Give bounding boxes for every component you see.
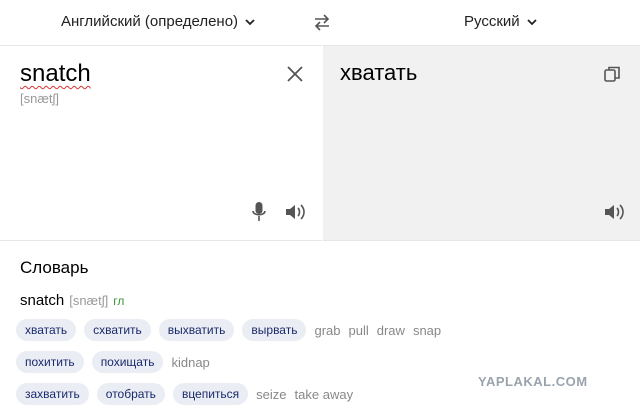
- target-language-label: Русский: [464, 13, 520, 30]
- synonym-link[interactable]: snap: [413, 323, 441, 338]
- synonym-link[interactable]: seize: [256, 387, 286, 402]
- entry-part-of-speech: гл: [113, 294, 125, 308]
- translation-text: хватать: [340, 60, 418, 85]
- speaker-icon[interactable]: [603, 202, 627, 222]
- translation-chip[interactable]: отобрать: [96, 383, 165, 405]
- translation-row: похитить похищать kidnap: [16, 351, 210, 373]
- translation-chip[interactable]: хватать: [16, 319, 77, 341]
- speaker-icon[interactable]: [284, 202, 308, 222]
- translation-chip[interactable]: похищать: [91, 351, 164, 373]
- translation-chip[interactable]: захватить: [16, 383, 89, 405]
- translation-chip[interactable]: вцепиться: [172, 383, 249, 405]
- translation-panel: хватать: [323, 45, 640, 241]
- synonym-link[interactable]: take away: [295, 387, 354, 402]
- synonym-link[interactable]: pull: [349, 323, 369, 338]
- chevron-down-icon: [245, 18, 255, 25]
- source-language-label: Английский (определено): [61, 13, 239, 30]
- source-panel[interactable]: snatch [snætʃ]: [0, 45, 322, 241]
- synonym-link[interactable]: kidnap: [171, 355, 209, 370]
- copy-icon[interactable]: [602, 64, 622, 84]
- dictionary-entry-header: snatch [snætʃ] гл: [20, 292, 124, 309]
- entry-transcription: [snætʃ]: [69, 293, 109, 308]
- translation-chip[interactable]: вырвать: [242, 319, 307, 341]
- synonym-link[interactable]: draw: [377, 323, 405, 338]
- translation-row: захватить отобрать вцепиться seize take …: [16, 383, 353, 405]
- translation-chip[interactable]: похитить: [16, 351, 84, 373]
- microphone-icon[interactable]: [250, 201, 268, 223]
- language-bar: Английский (определено) Русский: [0, 0, 640, 45]
- source-text[interactable]: snatch: [20, 60, 91, 88]
- source-language-selector[interactable]: Английский (определено): [61, 13, 256, 30]
- synonym-link[interactable]: grab: [314, 323, 340, 338]
- chevron-down-icon: [527, 18, 537, 25]
- translation-row: хватать схватить выхватить вырвать grab …: [16, 319, 441, 341]
- swap-languages-icon[interactable]: [312, 12, 332, 32]
- source-transcription: [snætʃ]: [20, 91, 60, 106]
- translation-chip[interactable]: выхватить: [158, 319, 235, 341]
- target-language-selector[interactable]: Русский: [464, 13, 538, 30]
- dictionary-title: Словарь: [20, 258, 89, 277]
- clear-icon[interactable]: [285, 64, 305, 84]
- watermark: YAPLAKAL.COM: [478, 374, 588, 389]
- entry-word: snatch: [20, 292, 65, 309]
- translation-chip[interactable]: схватить: [84, 319, 151, 341]
